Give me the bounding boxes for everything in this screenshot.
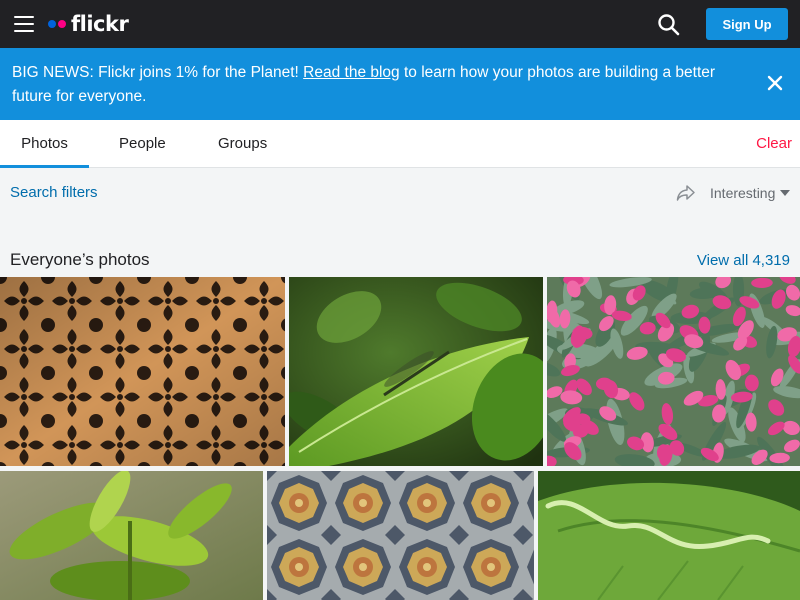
banner-text-before: BIG NEWS: Flickr joins 1% for the Planet… bbox=[12, 64, 304, 81]
photo-thumbnail[interactable] bbox=[0, 277, 285, 466]
clear-button[interactable]: Clear bbox=[756, 120, 792, 168]
logo-text: flickr bbox=[71, 12, 129, 36]
logo-pink-dot bbox=[58, 20, 66, 28]
announcement-banner: BIG NEWS: Flickr joins 1% for the Planet… bbox=[0, 48, 800, 120]
chevron-down-icon[interactable] bbox=[780, 190, 790, 196]
flickr-logo[interactable]: flickr bbox=[48, 11, 129, 37]
photo-thumbnail[interactable] bbox=[289, 277, 543, 466]
sort-dropdown[interactable]: Interesting bbox=[710, 185, 775, 201]
photo-thumbnail[interactable] bbox=[267, 471, 534, 600]
photo-thumbnail[interactable] bbox=[547, 277, 800, 466]
tab-photos[interactable]: Photos bbox=[0, 120, 89, 168]
top-navigation-bar: flickr Sign Up bbox=[0, 0, 800, 48]
banner-message: BIG NEWS: Flickr joins 1% for the Planet… bbox=[12, 61, 742, 109]
photo-thumbnail[interactable] bbox=[538, 471, 800, 600]
tab-groups[interactable]: Groups bbox=[218, 120, 267, 168]
photo-thumbnail[interactable] bbox=[0, 471, 263, 600]
menu-icon[interactable] bbox=[14, 16, 34, 32]
read-the-blog-link[interactable]: Read the blog bbox=[303, 64, 400, 81]
search-filters-link[interactable]: Search filters bbox=[10, 184, 98, 201]
share-icon[interactable] bbox=[676, 184, 696, 202]
section-title: Everyone’s photos bbox=[10, 250, 150, 269]
view-all-link[interactable]: View all 4,319 bbox=[697, 252, 790, 269]
tab-people[interactable]: People bbox=[119, 120, 166, 168]
logo-blue-dot bbox=[48, 20, 56, 28]
sign-up-button[interactable]: Sign Up bbox=[706, 8, 788, 40]
search-icon[interactable] bbox=[656, 12, 682, 38]
close-icon[interactable] bbox=[766, 74, 784, 92]
search-tabs: Photos People Groups Clear bbox=[0, 120, 800, 168]
